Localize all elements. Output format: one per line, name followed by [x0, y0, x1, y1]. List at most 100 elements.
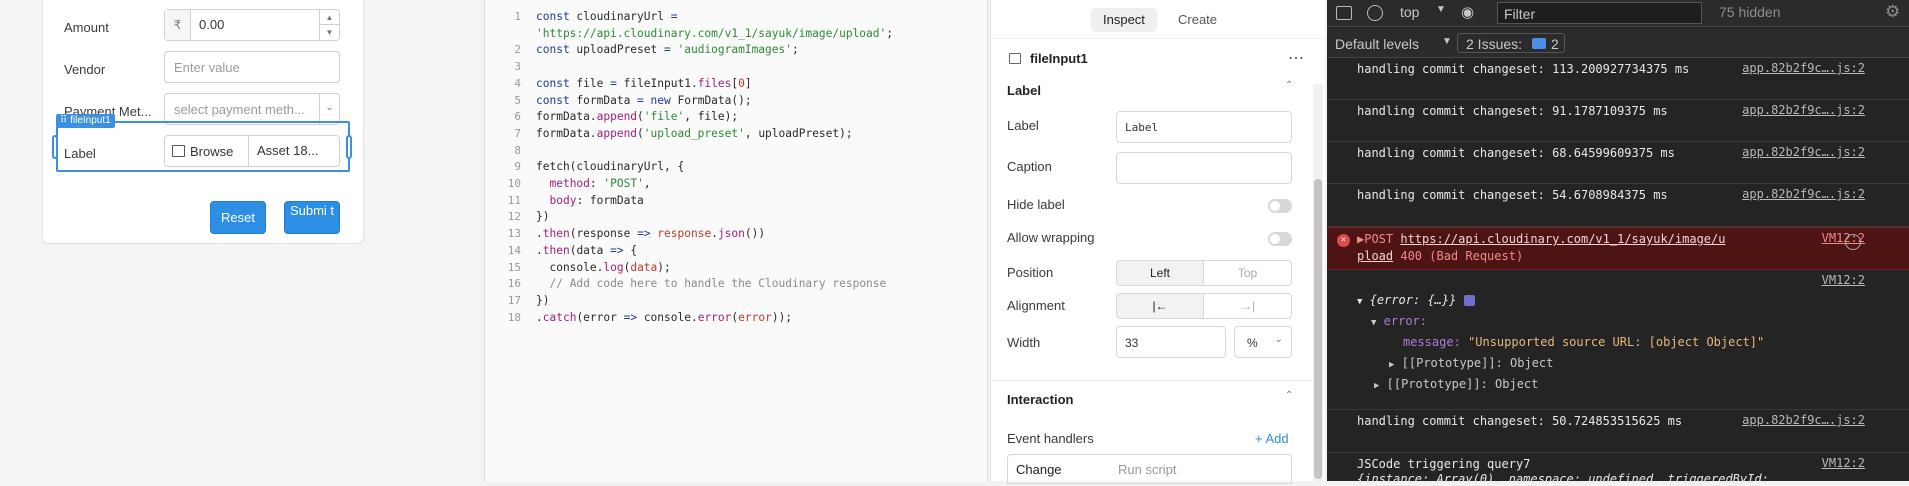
context-select[interactable]: top: [1400, 4, 1419, 20]
allow-wrapping-toggle[interactable]: [1268, 232, 1292, 246]
width-unit-select[interactable]: % ⌄: [1234, 326, 1292, 358]
label-section-title[interactable]: Label: [1007, 83, 1041, 98]
filter-placeholder: Filter: [1504, 6, 1536, 22]
amount-input[interactable]: ₹ 0.00 ▲ ▼: [164, 9, 340, 41]
prototype-text: [[Prototype]]: Object: [1401, 356, 1554, 370]
vendor-row: Vendor Enter value: [43, 51, 365, 91]
align-left-icon[interactable]: |←: [1116, 293, 1204, 319]
eye-icon[interactable]: ◉: [1461, 3, 1474, 21]
chevron-up-icon[interactable]: ⌃: [1285, 390, 1293, 401]
prototype-entry[interactable]: ▶ [[Prototype]]: Object: [1389, 356, 1553, 370]
more-options-icon[interactable]: ⋯: [1288, 48, 1304, 68]
code-line[interactable]: }): [536, 294, 549, 307]
console-message-text: handling commit changeset: 91.1787109375…: [1357, 104, 1668, 118]
console-message-text: handling commit changeset: 54.6708984375…: [1357, 188, 1668, 202]
code-line[interactable]: // Add code here to handle the Cloudinar…: [536, 277, 886, 290]
inspector-scrollbar[interactable]: [1313, 84, 1323, 481]
position-top-option[interactable]: Top: [1203, 260, 1292, 286]
code-line[interactable]: console.log(data);: [536, 261, 670, 274]
chevron-down-icon: ▼: [1436, 4, 1446, 15]
code-line[interactable]: .then(data => {: [536, 244, 637, 257]
code-line[interactable]: formData.append('upload_preset', uploadP…: [536, 127, 853, 140]
hide-label-toggle[interactable]: [1268, 199, 1292, 213]
console-filter-input[interactable]: Filter: [1497, 2, 1702, 24]
code-line[interactable]: formData.append('file', file);: [536, 110, 738, 123]
chevron-down-icon: ▼: [1442, 36, 1452, 47]
code-line[interactable]: method: 'POST',: [536, 177, 650, 190]
request-method[interactable]: ▶POST: [1357, 232, 1393, 246]
code-line[interactable]: const formData = new FormData();: [536, 94, 752, 107]
line-number-gutter: 1 2 3 4 5 6 7 8 9 10 11 12 13 14 15 16 17 18: [485, 0, 529, 481]
network-request-icon[interactable]: [1845, 234, 1861, 250]
console-error-message: ✕ ▶POST https://api.cloudinary.com/v1_1/…: [1327, 227, 1909, 270]
interaction-section-title[interactable]: Interaction: [1007, 392, 1073, 407]
console-message-source[interactable]: VM12:2: [1822, 456, 1865, 470]
label-prop-input[interactable]: Label: [1116, 111, 1292, 143]
code-line[interactable]: const file = fileInput1.files[0]: [536, 77, 752, 90]
resize-handle-right[interactable]: [346, 135, 352, 159]
code-line[interactable]: .catch(error => console.error(error));: [536, 311, 792, 324]
scrollbar-thumb[interactable]: [1314, 179, 1322, 479]
payment-method-placeholder: select payment meth...: [174, 102, 305, 117]
code-line[interactable]: }): [536, 210, 549, 223]
code-line[interactable]: body: formData: [536, 194, 643, 207]
tab-create[interactable]: Create: [1166, 8, 1229, 32]
vendor-input[interactable]: Enter value: [164, 51, 340, 83]
allow-wrapping-prop-label: Allow wrapping: [1007, 230, 1095, 245]
code-line[interactable]: fetch(cloudinaryUrl, {: [536, 160, 684, 173]
code-line[interactable]: const cloudinaryUrl =: [536, 10, 677, 23]
width-input[interactable]: 33: [1116, 326, 1226, 358]
chevron-down-icon[interactable]: ⌄: [319, 94, 339, 124]
console-message: handling commit changeset: 113.200927734…: [1327, 58, 1909, 100]
console-message-source[interactable]: app.82b2f9c….js:2: [1742, 145, 1865, 159]
sidebar-toggle-icon[interactable]: [1336, 6, 1352, 20]
line-number: 4: [514, 76, 521, 90]
code-editor[interactable]: 1 2 3 4 5 6 7 8 9 10 11 12 13 14 15 16 17 18 const cloudi…: [484, 0, 988, 481]
console-message-source[interactable]: app.82b2f9c….js:2: [1742, 187, 1865, 201]
resize-handle-left[interactable]: [52, 135, 58, 159]
prototype-entry[interactable]: ▶ [[Prototype]]: Object: [1374, 377, 1538, 391]
submit-button[interactable]: Submi t: [284, 201, 340, 234]
code-line[interactable]: .then(response => response.json()): [536, 227, 765, 240]
error-key[interactable]: ▼ error:: [1371, 314, 1427, 328]
position-left-option[interactable]: Left: [1116, 260, 1204, 286]
component-icon: [1009, 53, 1021, 64]
line-number: 2: [514, 43, 521, 57]
line-number: 10: [507, 177, 521, 190]
object-summary[interactable]: ▼ {error: {…}}: [1357, 293, 1475, 307]
increment-icon[interactable]: ▲: [320, 10, 339, 25]
code-line[interactable]: 'https://api.cloudinary.com/v1_1/sayuk/i…: [536, 27, 893, 40]
tab-inspect[interactable]: Inspect: [1091, 8, 1157, 32]
clear-console-icon[interactable]: [1367, 5, 1383, 21]
console-message: handling commit changeset: 50.7248535156…: [1327, 410, 1909, 453]
console-message: handling commit changeset: 54.6708984375…: [1327, 184, 1909, 227]
align-right-icon[interactable]: →|: [1203, 293, 1292, 319]
console-message-source[interactable]: app.82b2f9c….js:2: [1742, 61, 1865, 75]
error-key-text: error:: [1383, 314, 1428, 328]
log-levels-select[interactable]: Default levels: [1335, 36, 1419, 52]
caption-prop-input[interactable]: [1116, 152, 1292, 184]
object-source[interactable]: VM12:2: [1822, 273, 1865, 287]
reset-button[interactable]: Reset: [210, 201, 266, 234]
console-object-preview[interactable]: {instance: Array(0), namespace: undefine…: [1357, 472, 1769, 486]
issues-button[interactable]: 2 Issues: 2: [1457, 33, 1565, 53]
issues-count: 2: [1551, 36, 1559, 52]
console-message-source[interactable]: app.82b2f9c….js:2: [1742, 413, 1865, 427]
decrement-icon[interactable]: ▼: [320, 25, 339, 40]
issues-label: 2 Issues:: [1466, 36, 1523, 52]
console-message-source[interactable]: app.82b2f9c….js:2: [1742, 103, 1865, 117]
line-number: 1: [514, 10, 521, 23]
console-message: handling commit changeset: 68.6459960937…: [1327, 142, 1909, 184]
line-number: 6: [514, 110, 521, 124]
add-event-handler-button[interactable]: + Add: [1255, 431, 1289, 446]
chevron-up-icon[interactable]: ⌃: [1285, 80, 1293, 91]
selected-component-tag[interactable]: ⠿ fileInput1: [56, 114, 115, 128]
line-number: 14: [507, 243, 521, 257]
amount-stepper[interactable]: ▲ ▼: [319, 10, 339, 40]
component-name[interactable]: fileInput1: [1030, 51, 1088, 66]
gear-icon[interactable]: ⚙: [1885, 2, 1900, 22]
code-line[interactable]: const uploadPreset = 'audiogramImages';: [536, 43, 799, 56]
prototype-text: [[Prototype]]: Object: [1386, 377, 1539, 391]
console-object-dump: VM12:2 ▼ {error: {…}} ▼ error: message: …: [1327, 270, 1909, 410]
event-handler-row[interactable]: Change Run script: [1007, 454, 1292, 484]
